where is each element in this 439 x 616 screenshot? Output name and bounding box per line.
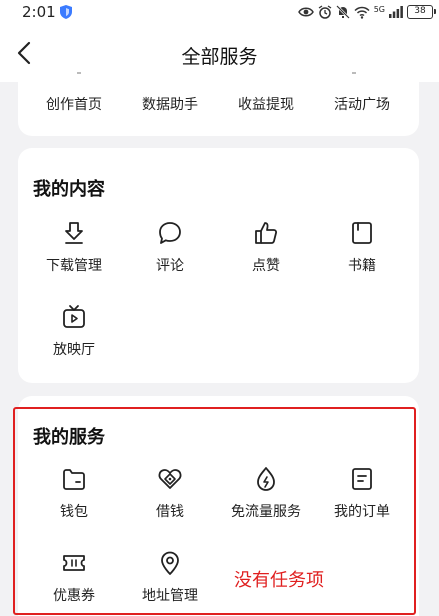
item-label: 我的订单 [334, 504, 390, 520]
comment-icon [159, 222, 181, 244]
wallet-item[interactable]: 钱包 [24, 466, 124, 521]
section-title-my-services: 我的服务 [33, 427, 105, 448]
tv-icon [63, 305, 85, 328]
top-item-icon-remnant [77, 72, 81, 74]
alarm-icon [318, 5, 332, 19]
order-icon [352, 468, 372, 490]
section-title-my-content: 我的内容 [33, 179, 105, 200]
earnings-withdraw-item[interactable]: 收益提现 [216, 94, 316, 114]
book-icon [352, 222, 372, 244]
book-item[interactable]: 书籍 [312, 220, 412, 275]
borrow-icon [158, 469, 182, 489]
shield-icon [60, 5, 72, 19]
my-content-card: 我的内容 下载管理 评论 点赞 书籍 放映厅 [18, 148, 419, 383]
item-label: 点赞 [252, 258, 280, 274]
wallet-icon [63, 469, 85, 490]
battery-icon: 38 [407, 5, 436, 19]
page-title: 全部服务 [181, 46, 258, 68]
signal-icon [389, 6, 403, 18]
item-label: 免流量服务 [231, 504, 301, 520]
free-data-icon [257, 467, 275, 491]
battery-level: 38 [414, 6, 426, 16]
item-label: 书籍 [348, 258, 376, 274]
item-label: 钱包 [60, 504, 88, 520]
borrow-money-item[interactable]: 借钱 [120, 466, 220, 521]
network-label: 5G [373, 4, 385, 14]
free-data-item[interactable]: 免流量服务 [216, 466, 316, 521]
download-manage-item[interactable]: 下载管理 [24, 220, 124, 275]
activity-square-item[interactable]: 活动广场 [312, 94, 412, 114]
creator-tools-card: 创作首页 数据助手 收益提现 活动广场 [18, 72, 419, 136]
item-label: 下载管理 [46, 258, 102, 274]
data-assistant-item[interactable]: 数据助手 [120, 94, 220, 114]
eye-icon [297, 7, 314, 17]
wifi-icon [354, 6, 370, 19]
top-item-icon-remnant [352, 72, 356, 74]
coupon-icon [63, 555, 85, 571]
mute-bell-icon [335, 5, 350, 19]
screening-room-item[interactable]: 放映厅 [24, 304, 124, 359]
my-orders-item[interactable]: 我的订单 [312, 466, 412, 521]
status-time: 2:01 [22, 3, 56, 21]
download-icon [65, 222, 83, 244]
my-services-card: 我的服务 钱包 借钱 免流量服务 我的订单 优惠券 地址管理 [18, 396, 419, 616]
address-manage-item[interactable]: 地址管理 [120, 550, 220, 605]
item-label: 优惠券 [53, 588, 95, 604]
location-icon [161, 551, 179, 575]
annotation-text: 没有任务项 [234, 570, 324, 591]
like-item[interactable]: 点赞 [216, 220, 316, 275]
comment-item[interactable]: 评论 [120, 220, 220, 275]
item-label: 地址管理 [142, 588, 198, 604]
status-bar: 2:01 5G 38 [0, 0, 439, 24]
item-label: 借钱 [156, 504, 184, 520]
item-label: 评论 [156, 258, 184, 274]
thumbs-up-icon [255, 222, 278, 244]
coupon-item[interactable]: 优惠券 [24, 550, 124, 605]
item-label: 放映厅 [53, 342, 95, 358]
creator-home-item[interactable]: 创作首页 [24, 94, 124, 114]
